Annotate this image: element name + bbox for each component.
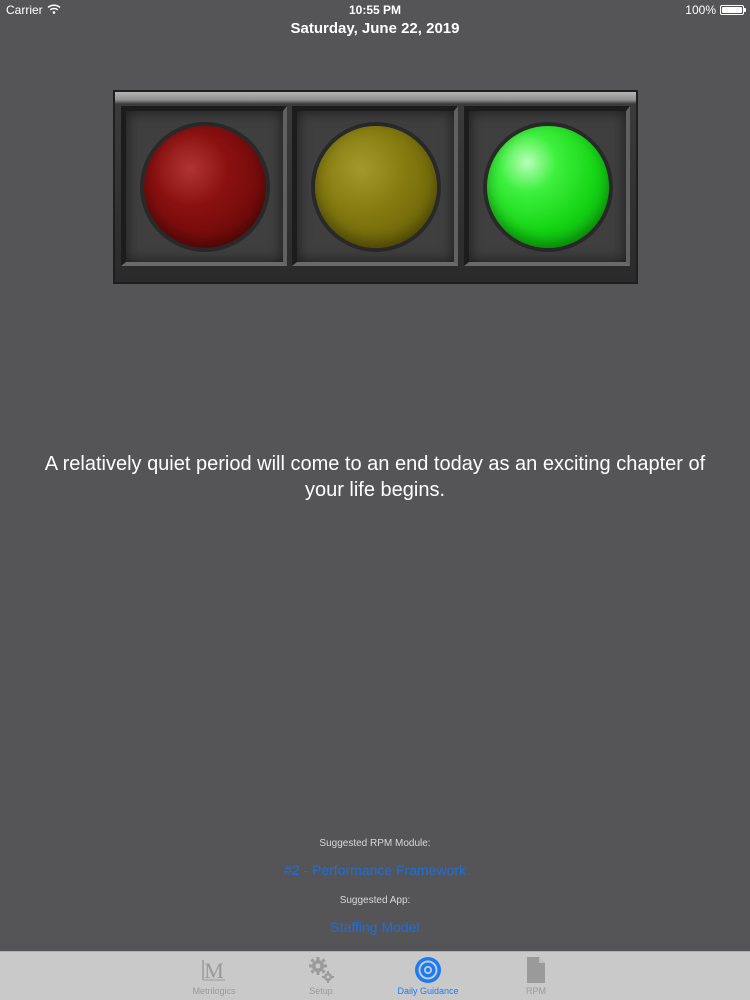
status-bar: Carrier 10:55 PM 100% <box>0 0 750 20</box>
suggested-module-label: Suggested RPM Module: <box>319 838 431 849</box>
green-light-housing <box>464 106 630 266</box>
tab-label-setup: Setup <box>309 986 333 996</box>
red-light <box>143 125 266 248</box>
document-icon <box>476 956 596 984</box>
status-time: 10:55 PM <box>348 3 402 17</box>
date-header: Saturday, June 22, 2019 <box>290 20 460 37</box>
status-right: 100% <box>685 3 746 17</box>
suggested-module-link[interactable]: #2 - Performance Framework <box>0 862 750 878</box>
tab-setup[interactable]: Setup <box>261 952 381 1000</box>
gears-icon <box>261 956 381 984</box>
suggested-app-link[interactable]: Staffing Model <box>0 919 750 935</box>
green-light <box>486 125 609 248</box>
battery-icon <box>720 5 746 15</box>
tab-bar: M Metrilogics Setup Daily Guidance RPM <box>0 951 750 1000</box>
tab-label-daily-guidance: Daily Guidance <box>397 986 459 996</box>
yellow-light <box>314 125 437 248</box>
tab-rpm[interactable]: RPM <box>476 952 596 1000</box>
tab-metrilogics[interactable]: M Metrilogics <box>154 952 274 1000</box>
guidance-message: A relatively quiet period will come to a… <box>44 453 706 501</box>
target-icon <box>368 956 488 984</box>
suggested-app-label: Suggested App: <box>339 895 411 906</box>
red-light-housing <box>121 106 287 266</box>
svg-text:M: M <box>204 958 224 983</box>
traffic-light <box>113 90 638 284</box>
battery-percent: 100% <box>685 3 716 17</box>
tab-daily-guidance[interactable]: Daily Guidance <box>368 952 488 1000</box>
tab-label-metrilogics: Metrilogics <box>192 986 236 996</box>
tab-label-rpm: RPM <box>526 986 546 996</box>
metrilogics-logo-icon: M <box>154 956 274 984</box>
yellow-light-housing <box>292 106 458 266</box>
